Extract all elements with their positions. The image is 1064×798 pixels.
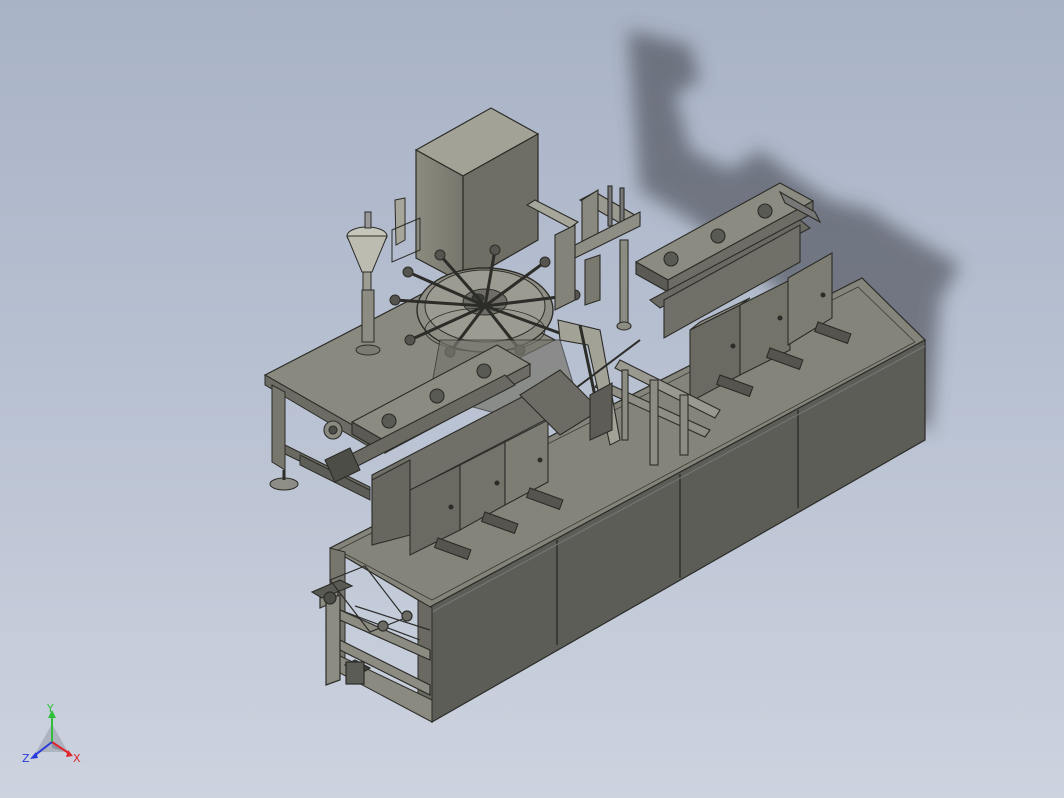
axis-triad: Y X Z: [22, 702, 81, 765]
control-cabinet[interactable]: [414, 107, 540, 285]
model-view[interactable]: Y X Z: [0, 0, 1064, 798]
z-axis-label: Z: [22, 752, 30, 765]
cad-viewport[interactable]: Y X Z: [0, 0, 1064, 798]
y-axis-label: Y: [46, 702, 54, 715]
x-axis-label: X: [73, 752, 81, 765]
